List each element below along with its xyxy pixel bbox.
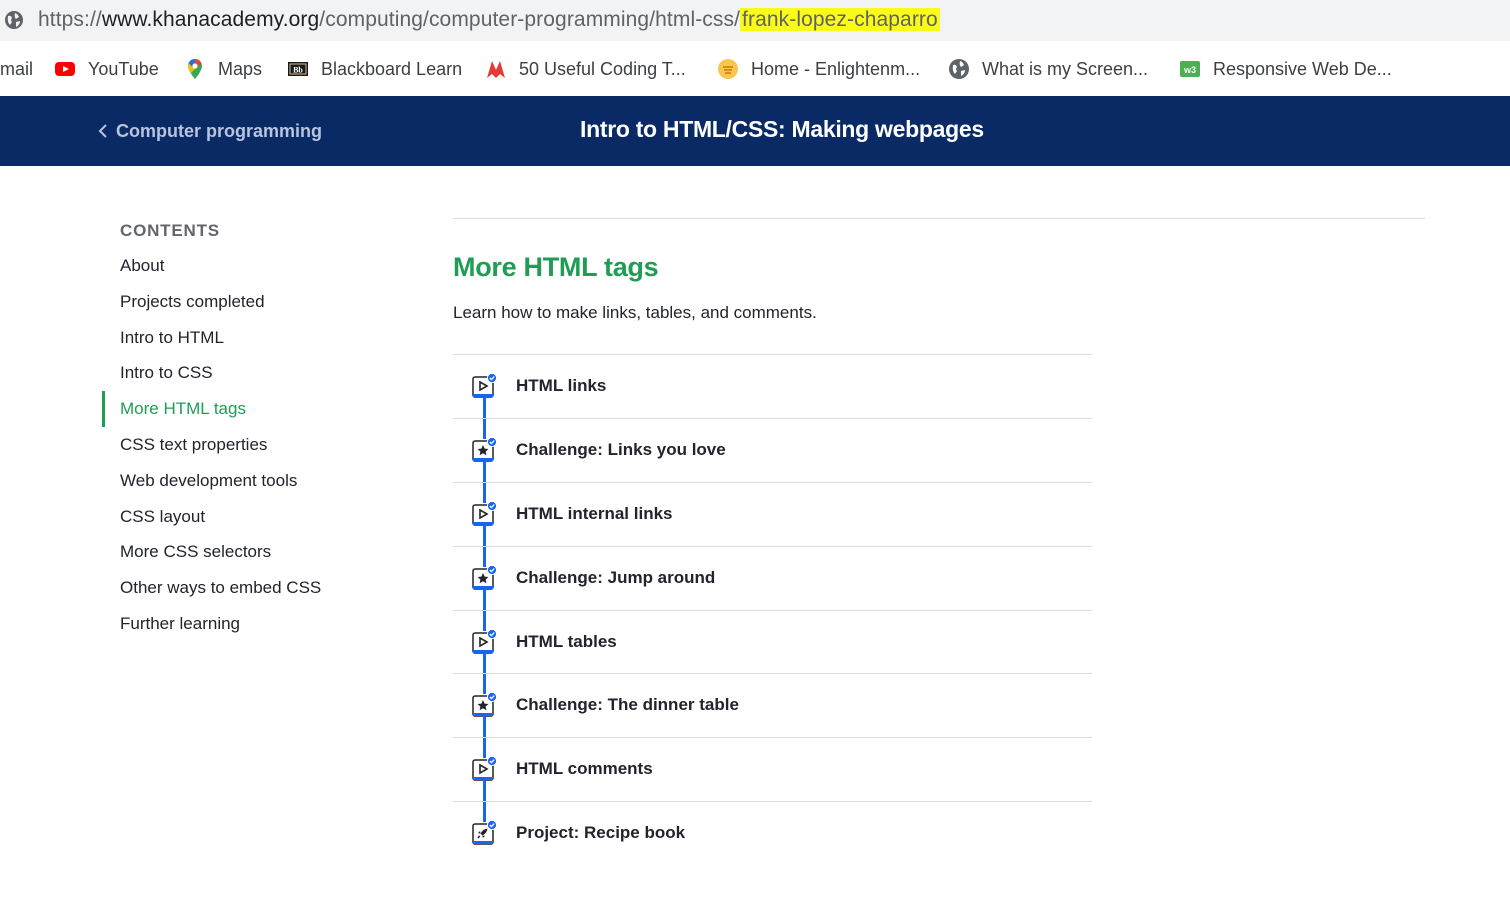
lesson-item[interactable]: Challenge: The dinner table	[453, 673, 1092, 739]
progress-line	[483, 522, 486, 547]
coding-icon	[487, 61, 505, 78]
blackboard-icon: Bb	[288, 62, 308, 76]
progress-line	[483, 418, 486, 439]
back-link-label: Computer programming	[116, 120, 323, 141]
bookmarks-bar: mail YouTube Maps Bb Blackboard Learn 50…	[0, 41, 1510, 96]
toc-item-about[interactable]: About	[102, 248, 402, 284]
lesson-title: HTML tables	[516, 631, 617, 651]
progress-line	[483, 802, 486, 823]
lesson-item[interactable]: Challenge: Links you love	[453, 417, 1092, 483]
course-header: Computer programming Intro to HTML/CSS: …	[0, 96, 1510, 166]
maps-pin-icon	[188, 59, 202, 79]
lesson-title: HTML links	[516, 376, 607, 395]
progress-line	[483, 674, 486, 695]
url-text[interactable]: https://www.khanacademy.org/computing/co…	[38, 8, 940, 32]
section-divider	[453, 218, 1425, 219]
site-info-globe-icon[interactable]	[4, 10, 24, 30]
bookmark-coding-tips[interactable]: 50 Useful Coding T...	[485, 57, 686, 81]
lesson-item[interactable]: HTML links	[453, 354, 1092, 419]
progress-line	[483, 610, 486, 631]
lesson-item[interactable]: Project: Recipe book	[453, 801, 1092, 865]
toc-item-intro-to-html[interactable]: Intro to HTML	[102, 320, 402, 356]
lesson-item[interactable]: HTML internal links	[453, 481, 1092, 547]
bookmark-label: mail	[0, 58, 34, 79]
rocket-icon	[472, 820, 497, 845]
progress-line	[483, 586, 486, 611]
progress-line	[483, 482, 486, 503]
bookmark-responsive-web[interactable]: w3 Responsive Web De...	[1179, 57, 1392, 81]
progress-line	[483, 458, 486, 483]
toc-item-other-ways-to-embed-css[interactable]: Other ways to embed CSS	[102, 570, 402, 606]
progress-line	[483, 395, 486, 419]
chevron-left-icon	[98, 124, 107, 138]
toc-item-css-layout[interactable]: CSS layout	[102, 499, 402, 535]
lesson-title: Challenge: The dinner table	[516, 695, 739, 715]
youtube-icon	[55, 62, 75, 76]
svg-text:w3: w3	[1183, 65, 1196, 75]
bookmark-screen-size[interactable]: What is my Screen...	[948, 57, 1148, 81]
bookmark-label: Blackboard Learn	[321, 58, 463, 79]
toc-item-more-css-selectors[interactable]: More CSS selectors	[102, 534, 402, 570]
section-description: Learn how to make links, tables, and com…	[453, 303, 817, 322]
lesson-title: HTML internal links	[516, 503, 673, 523]
bookmark-label: Maps	[218, 58, 263, 79]
svg-text:Bb: Bb	[293, 66, 303, 75]
progress-line	[483, 778, 486, 803]
url-highlighted-slug: frank-lopez-chaparro	[740, 8, 940, 31]
toc-item-further-learning[interactable]: Further learning	[102, 606, 402, 642]
enlightenment-icon	[718, 59, 738, 79]
bookmark-label: Home - Enlightenm...	[751, 58, 921, 79]
toc-item-projects-completed[interactable]: Projects completed	[102, 284, 402, 320]
bookmark-blackboard[interactable]: Bb Blackboard Learn	[287, 57, 462, 81]
toc-item-web-development-tools[interactable]: Web development tools	[102, 463, 402, 499]
address-bar[interactable]: https://www.khanacademy.org/computing/co…	[0, 0, 1510, 41]
lesson-title: Challenge: Jump around	[516, 567, 716, 587]
table-of-contents: About Projects completed Intro to HTML I…	[102, 248, 402, 642]
progress-line	[483, 738, 486, 759]
bookmark-label: Responsive Web De...	[1213, 58, 1392, 79]
url-path: /computing/computer-programming/html-css…	[319, 8, 741, 31]
bookmark-label: What is my Screen...	[982, 58, 1149, 79]
lesson-item[interactable]: HTML comments	[453, 737, 1092, 803]
toc-item-intro-to-css[interactable]: Intro to CSS	[102, 355, 402, 391]
bookmark-mail[interactable]: mail	[0, 57, 33, 81]
bookmark-enlightenment[interactable]: Home - Enlightenm...	[717, 57, 920, 81]
bookmark-label: YouTube	[88, 58, 159, 79]
lesson-item[interactable]: HTML tables	[453, 609, 1092, 675]
progress-line	[483, 714, 486, 739]
bookmark-label: 50 Useful Coding T...	[519, 58, 686, 79]
w3-icon: w3	[1180, 61, 1200, 77]
url-scheme: https://	[38, 8, 102, 31]
globe-icon	[949, 59, 969, 79]
lesson-item[interactable]: Challenge: Jump around	[453, 545, 1092, 611]
url-domain: www.khanacademy.org	[101, 8, 320, 31]
bookmark-maps[interactable]: Maps	[184, 57, 262, 81]
section-title[interactable]: More HTML tags	[453, 252, 659, 283]
contents-heading: CONTENTS	[120, 221, 220, 240]
toc-item-more-html-tags[interactable]: More HTML tags	[102, 391, 402, 427]
lesson-title: Challenge: Links you love	[516, 439, 726, 459]
back-to-computer-programming-link[interactable]: Computer programming	[98, 118, 322, 144]
lesson-title: Project: Recipe book	[516, 823, 686, 843]
lesson-list: HTML links Challenge: Links you love HTM…	[453, 354, 1092, 865]
bookmark-youtube[interactable]: YouTube	[54, 57, 159, 81]
course-title: Intro to HTML/CSS: Making webpages	[580, 116, 984, 142]
progress-line	[483, 650, 486, 675]
lesson-title: HTML comments	[516, 759, 653, 779]
toc-item-css-text-properties[interactable]: CSS text properties	[102, 427, 402, 463]
progress-line	[483, 546, 486, 567]
